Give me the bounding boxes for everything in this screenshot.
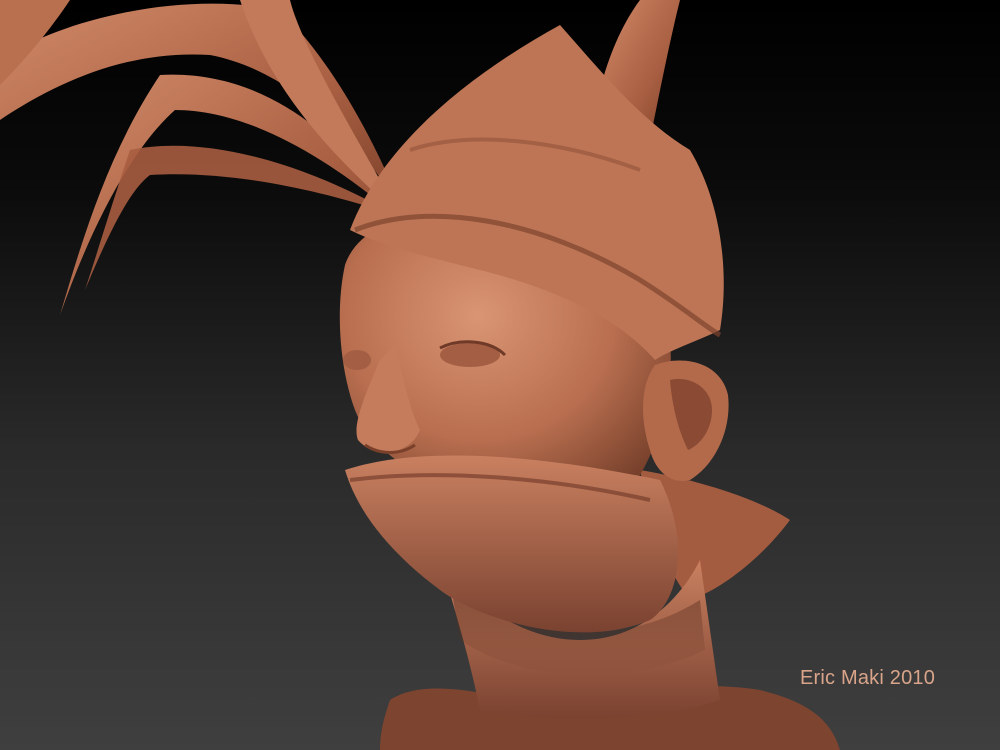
artist-credit: Eric Maki 2010 (800, 667, 936, 689)
render-viewport: Eric Maki 2010 (0, 0, 1000, 750)
left-eye (343, 350, 371, 370)
clay-sculpture (0, 0, 840, 750)
face-mask (345, 455, 679, 633)
ear (643, 360, 729, 481)
